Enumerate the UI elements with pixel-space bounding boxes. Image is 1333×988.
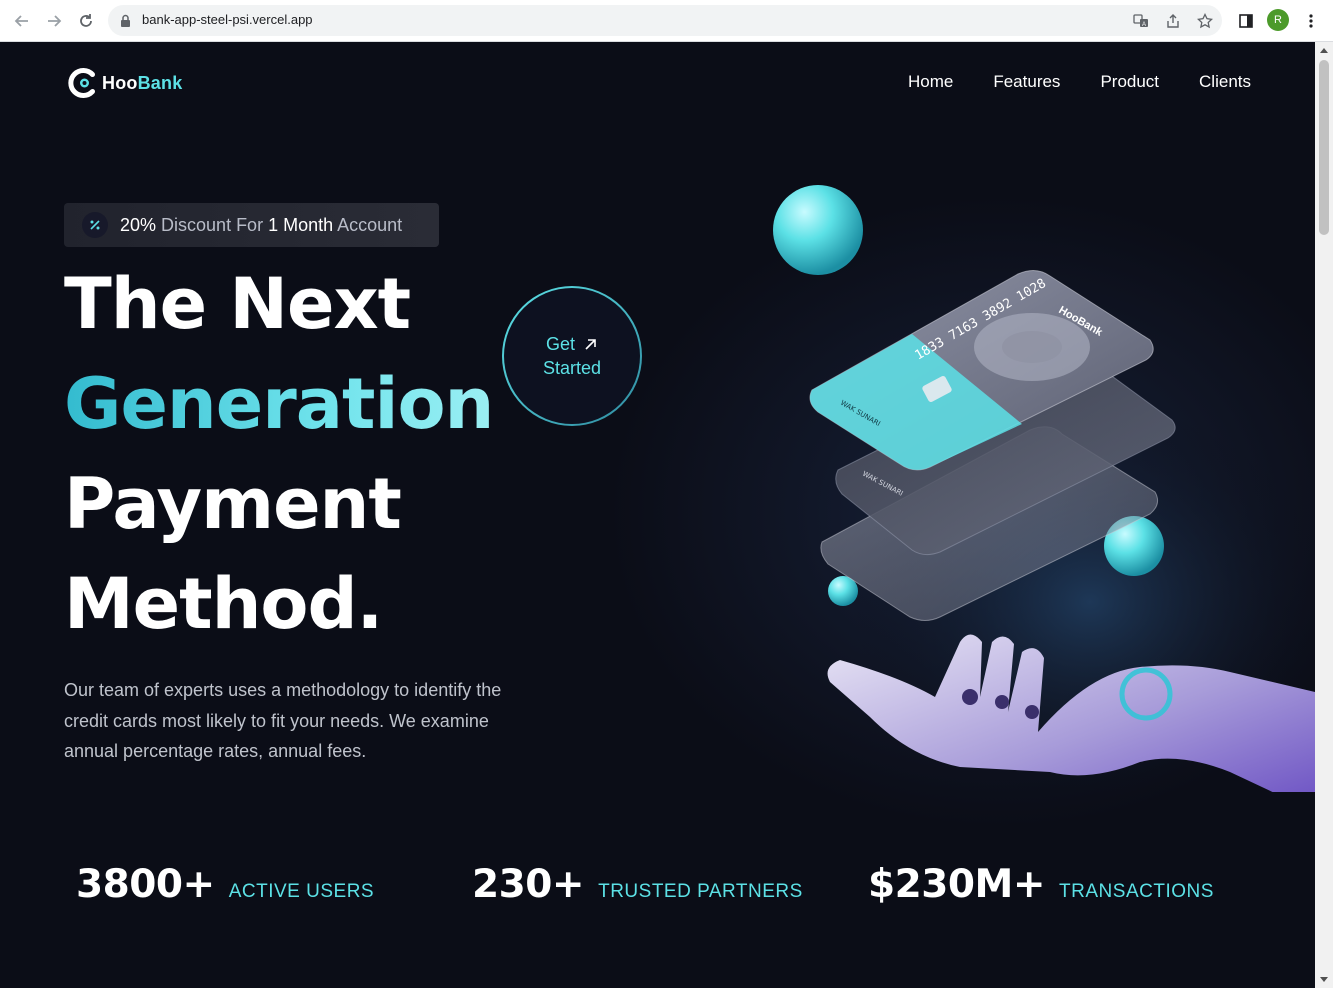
hero-description: Our team of experts uses a methodology t…	[64, 680, 502, 761]
get-started-label-line2: Started	[542, 357, 602, 378]
scrollbar-thumb[interactable]	[1319, 60, 1329, 235]
page-scrollbar[interactable]	[1315, 42, 1333, 988]
nav-link-features[interactable]: Features	[993, 72, 1060, 92]
stat-item: 3800+ ACTIVE USERS	[76, 862, 374, 907]
hero-title-line1: The Next	[64, 263, 411, 345]
star-icon[interactable]	[1196, 12, 1214, 30]
url-text: bank-app-steel-psi.vercel.app	[142, 12, 313, 27]
logo-icon	[68, 68, 95, 98]
reload-icon[interactable]	[74, 9, 98, 33]
stats-bar: 3800+ ACTIVE USERS 230+ TRUSTED PARTNERS…	[76, 862, 1256, 912]
profile-avatar[interactable]: R	[1267, 9, 1289, 31]
hero-title-line2: Generation	[64, 354, 494, 454]
stat-label: TRANSACTIONS	[1059, 881, 1214, 902]
stat-label: TRUSTED PARTNERS	[598, 881, 803, 902]
decorative-sphere	[773, 185, 863, 275]
discount-text: 20% Discount For 1 Month Account	[120, 214, 403, 235]
scroll-up-icon[interactable]	[1320, 48, 1328, 53]
sidepanel-icon[interactable]	[1234, 9, 1258, 33]
hero-illustration: WAK SUNARI 1833 7163 3892 1028 WAK SUNAR…	[773, 185, 1315, 792]
back-icon[interactable]	[10, 9, 34, 33]
address-bar[interactable]: bank-app-steel-psi.vercel.app A	[108, 5, 1222, 36]
stat-value: 3800+	[76, 862, 215, 907]
nav-link-product[interactable]: Product	[1100, 72, 1159, 92]
get-started-button[interactable]: Get Started	[502, 286, 642, 426]
nav-link-clients[interactable]: Clients	[1199, 72, 1251, 92]
discount-badge: 20% Discount For 1 Month Account	[64, 203, 439, 247]
scroll-down-icon[interactable]	[1320, 977, 1328, 982]
get-started-label-line1: Get	[545, 333, 575, 354]
landing-page: HooBank Home Features Product Clients 20…	[0, 42, 1315, 988]
lock-icon	[120, 13, 131, 32]
logo-text: HooBank	[102, 72, 183, 93]
stat-item: $230M+ TRANSACTIONS	[868, 862, 1214, 907]
hero-title-line4: Method.	[64, 563, 383, 645]
share-icon[interactable]	[1164, 12, 1182, 30]
forward-icon[interactable]	[42, 9, 66, 33]
percent-icon	[82, 212, 108, 238]
logo[interactable]: HooBank	[66, 66, 182, 100]
browser-toolbar: bank-app-steel-psi.vercel.app A R	[0, 0, 1333, 42]
arrow-up-right-icon	[585, 338, 596, 350]
stat-value: $230M+	[868, 862, 1046, 907]
stat-label: ACTIVE USERS	[228, 881, 375, 902]
main-nav: Home Features Product Clients	[908, 72, 1251, 92]
menu-kebab-icon[interactable]	[1299, 9, 1323, 33]
hero-title-line3: Payment	[64, 463, 402, 545]
svg-text:A: A	[1142, 22, 1146, 28]
stat-item: 230+ TRUSTED PARTNERS	[472, 862, 803, 907]
stat-value: 230+	[472, 862, 585, 907]
nav-link-home[interactable]: Home	[908, 72, 953, 92]
translate-icon[interactable]: A	[1132, 12, 1150, 30]
